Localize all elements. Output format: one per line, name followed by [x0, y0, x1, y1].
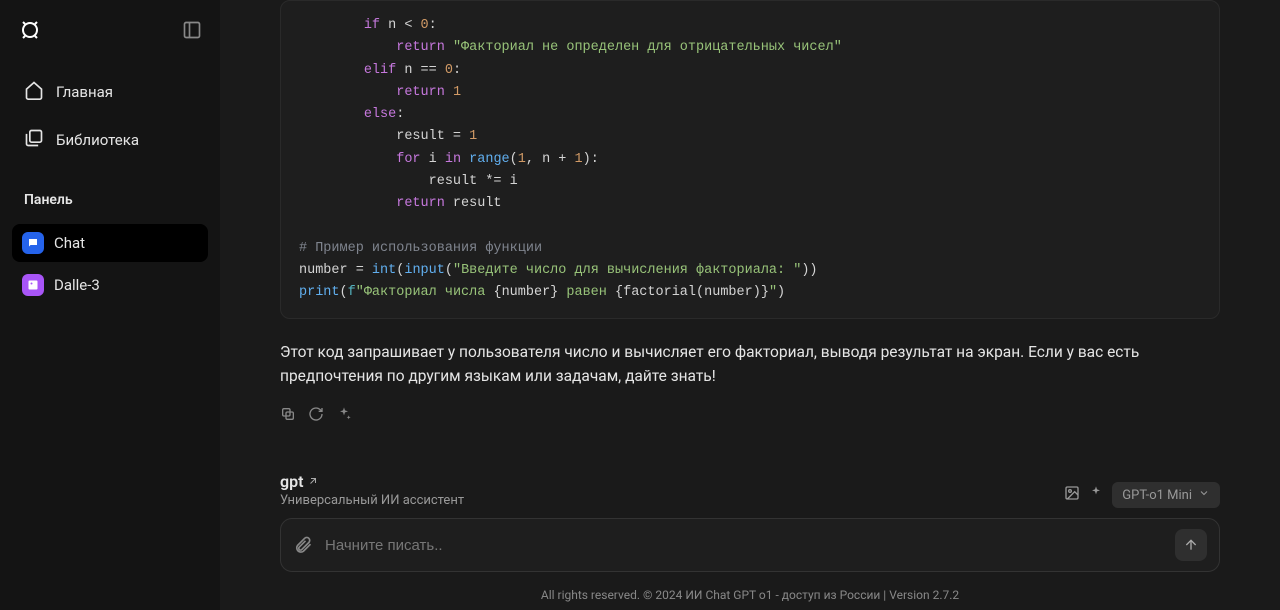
send-button[interactable]: [1175, 529, 1207, 561]
chevron-down-icon: [1198, 487, 1210, 503]
message-actions: [280, 406, 1220, 422]
sidebar-header: [12, 18, 208, 42]
attachment-icon[interactable]: [293, 535, 313, 555]
panel-label: Dalle-3: [54, 276, 100, 294]
input-row: [280, 518, 1220, 572]
app-logo: [18, 18, 42, 42]
nav-label: Главная: [56, 83, 113, 101]
image-mode-icon[interactable]: [1064, 485, 1080, 505]
home-icon: [24, 80, 44, 104]
nav-library[interactable]: Библиотека: [12, 118, 208, 162]
main-area: if n < 0: return "Факториал не определен…: [220, 0, 1280, 610]
assistant-subtitle: Универсальный ИИ ассистент: [280, 493, 464, 508]
panel-dalle[interactable]: Dalle-3: [12, 266, 208, 304]
content-scroll[interactable]: if n < 0: return "Факториал не определен…: [220, 0, 1280, 472]
image-icon: [22, 274, 44, 296]
sparkle-icon[interactable]: [336, 406, 352, 422]
sidebar: Главная Библиотека Панель Chat Dalle-3: [0, 0, 220, 610]
nav-label: Библиотека: [56, 131, 139, 149]
library-icon: [24, 128, 44, 152]
enhance-icon[interactable]: [1088, 485, 1104, 505]
assistant-title: gpt: [280, 472, 303, 491]
model-name: GPT-o1 Mini: [1122, 488, 1192, 503]
message-input[interactable]: [325, 537, 1163, 554]
code-block: if n < 0: return "Факториал не определен…: [280, 0, 1220, 319]
external-link-icon[interactable]: [307, 472, 319, 491]
chat-icon: [22, 232, 44, 254]
panel-label: Chat: [54, 234, 85, 252]
footer-text: All rights reserved. © 2024 ИИ Chat GPT …: [220, 578, 1280, 610]
assistant-info: gpt Универсальный ИИ ассистент: [280, 472, 464, 508]
panel-chat[interactable]: Chat: [12, 224, 208, 262]
regenerate-icon[interactable]: [308, 406, 324, 422]
composer-header: gpt Универсальный ИИ ассистент GPT-o1 Mi…: [280, 472, 1220, 508]
composer-controls: GPT-o1 Mini: [1064, 482, 1220, 508]
assistant-message: Этот код запрашивает у пользователя числ…: [280, 341, 1220, 388]
copy-icon[interactable]: [280, 406, 296, 422]
panel-section-label: Панель: [12, 184, 208, 216]
sidebar-collapse-button[interactable]: [182, 20, 202, 40]
model-selector[interactable]: GPT-o1 Mini: [1112, 482, 1220, 508]
composer: gpt Универсальный ИИ ассистент GPT-o1 Mi…: [220, 472, 1280, 578]
nav-home[interactable]: Главная: [12, 70, 208, 114]
